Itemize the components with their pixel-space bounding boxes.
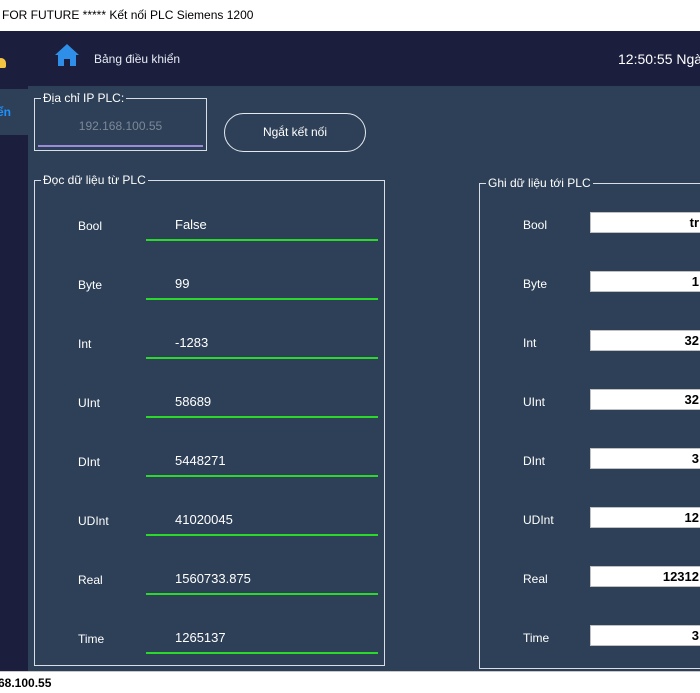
- write-label: Bool: [523, 218, 548, 232]
- read-label: Real: [78, 573, 103, 587]
- read-value-field: 1265137: [146, 618, 378, 654]
- write-input-real[interactable]: [590, 566, 700, 587]
- read-data-group: Đọc dữ liệu từ PLC Bool False Byte 99 In…: [34, 173, 386, 666]
- sidebar-top: [0, 31, 28, 86]
- read-value: 99: [175, 276, 190, 291]
- read-row-real: Real 1560733.875: [35, 559, 386, 599]
- write-input-dint[interactable]: [590, 448, 700, 469]
- sidebar-item-label: ển: [0, 105, 12, 119]
- write-input-uint[interactable]: [590, 389, 700, 410]
- write-row-time: Time: [480, 625, 700, 649]
- write-label: Time: [523, 631, 550, 645]
- read-label: Time: [78, 632, 105, 646]
- write-label: UInt: [523, 395, 546, 409]
- write-input-byte[interactable]: [590, 271, 700, 292]
- home-icon[interactable]: [54, 43, 80, 67]
- status-text: 68.100.55: [0, 676, 52, 690]
- read-label: Bool: [78, 219, 103, 233]
- read-value: 58689: [175, 394, 212, 409]
- read-row-time: Time 1265137: [35, 618, 386, 658]
- read-label: UDInt: [78, 514, 109, 528]
- clock-display: 12:50:55 Ngày: [618, 51, 700, 67]
- read-value: 41020045: [175, 512, 233, 527]
- disconnect-button[interactable]: Ngắt kết nối: [224, 113, 366, 152]
- header-bar: Bảng điều khiển 12:50:55 Ngày: [28, 31, 700, 86]
- read-value-field: False: [146, 205, 378, 241]
- write-input-bool[interactable]: [590, 212, 700, 233]
- ip-address-group: Địa chỉ IP PLC:: [34, 91, 207, 151]
- read-row-byte: Byte 99: [35, 264, 386, 304]
- read-value-field: 41020045: [146, 500, 378, 536]
- title-bar: FOR FUTURE ***** Kết nối PLC Siemens 120…: [0, 0, 700, 31]
- read-value-field: -1283: [146, 323, 378, 359]
- write-input-time[interactable]: [590, 625, 700, 646]
- read-value-field: 58689: [146, 382, 378, 418]
- write-label: Int: [523, 336, 537, 350]
- write-row-bool: Bool: [480, 212, 700, 236]
- write-data-group: Ghi dữ liệu tới PLC Bool Byte Int UInt D…: [479, 176, 700, 669]
- read-label: UInt: [78, 396, 101, 410]
- write-input-int[interactable]: [590, 330, 700, 351]
- read-row-bool: Bool False: [35, 205, 386, 245]
- breadcrumb: Bảng điều khiển: [94, 52, 181, 66]
- read-value-field: 99: [146, 264, 378, 300]
- read-label: Byte: [78, 278, 103, 292]
- read-value: -1283: [175, 335, 209, 350]
- sidebar-item-dashboard[interactable]: ển: [0, 89, 28, 135]
- ip-address-input[interactable]: [38, 107, 203, 147]
- write-row-real: Real: [480, 566, 700, 590]
- write-row-udint: UDInt: [480, 507, 700, 531]
- write-label: Real: [523, 572, 548, 586]
- read-row-udint: UDInt 41020045: [35, 500, 386, 540]
- read-value: 1265137: [175, 630, 226, 645]
- write-input-udint[interactable]: [590, 507, 700, 528]
- write-row-uint: UInt: [480, 389, 700, 413]
- write-row-byte: Byte: [480, 271, 700, 295]
- read-row-int: Int -1283: [35, 323, 386, 363]
- read-row-dint: DInt 5448271: [35, 441, 386, 481]
- read-label: Int: [78, 337, 92, 351]
- bell-icon[interactable]: [0, 58, 6, 68]
- write-label: UDInt: [523, 513, 554, 527]
- read-value-field: 5448271: [146, 441, 378, 477]
- read-value: False: [175, 217, 207, 232]
- read-value: 1560733.875: [175, 571, 251, 586]
- status-bar: 68.100.55: [0, 671, 700, 693]
- write-group-legend: Ghi dữ liệu tới PLC: [486, 176, 593, 190]
- write-label: Byte: [523, 277, 548, 291]
- ip-legend: Địa chỉ IP PLC:: [41, 91, 127, 105]
- read-row-uint: UInt 58689: [35, 382, 386, 422]
- read-label: DInt: [78, 455, 101, 469]
- read-group-legend: Đọc dữ liệu từ PLC: [41, 173, 148, 187]
- read-value-field: 1560733.875: [146, 559, 378, 595]
- write-row-dint: DInt: [480, 448, 700, 472]
- write-label: DInt: [523, 454, 546, 468]
- write-row-int: Int: [480, 330, 700, 354]
- window-title: FOR FUTURE ***** Kết nối PLC Siemens 120…: [2, 8, 254, 22]
- sidebar: ển: [0, 31, 28, 671]
- read-value: 5448271: [175, 453, 226, 468]
